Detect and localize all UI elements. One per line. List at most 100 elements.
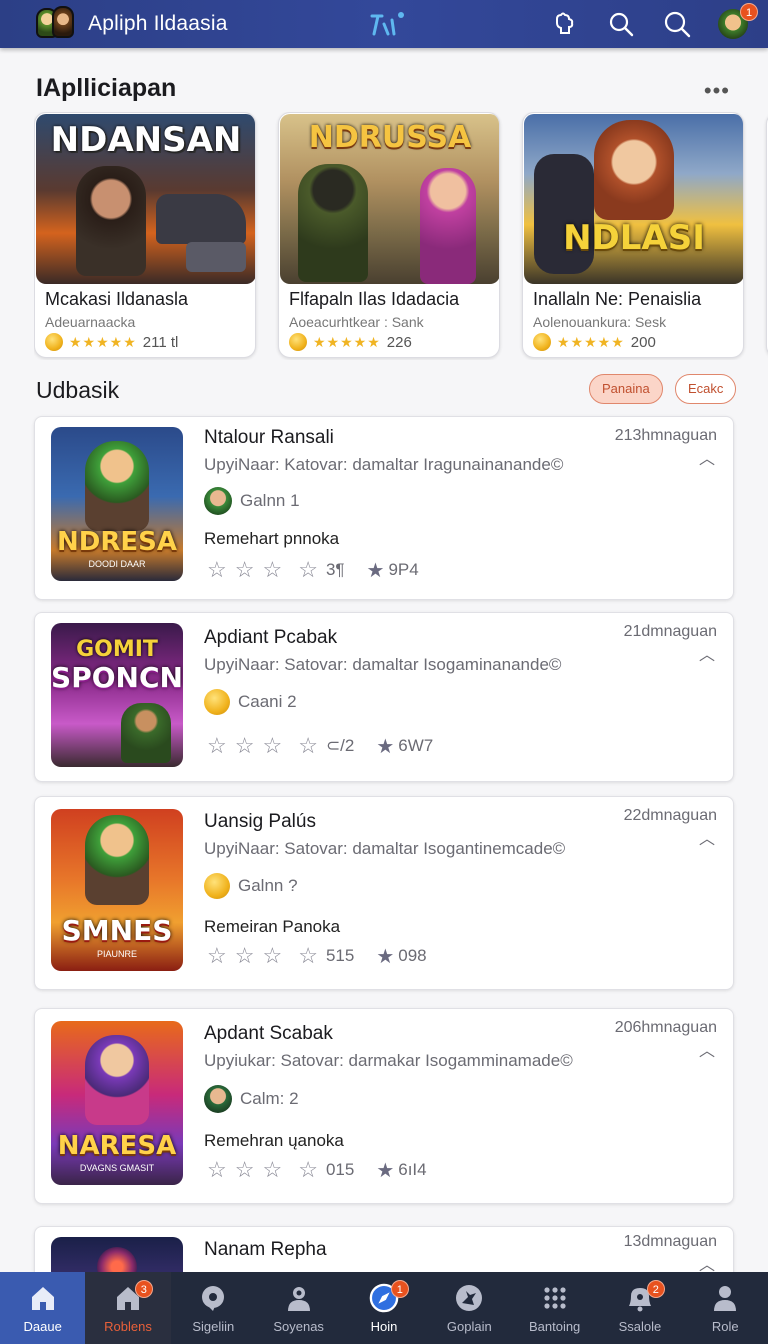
list-item-note: Remehran ųanoka <box>204 1131 344 1150</box>
star-filled-icon: ★ <box>376 735 395 758</box>
nav-item-ssalole[interactable]: Ssalole 2 <box>597 1272 682 1344</box>
filter-chip-active[interactable]: Panaina <box>589 374 663 404</box>
star-outline-icon: ☆ <box>207 733 227 758</box>
chevron-up-icon[interactable]: ︿ <box>699 445 715 469</box>
featured-card-name: Mcakasi Ildanasla <box>45 289 189 309</box>
list-item-time: 13dmnaguan <box>623 1233 717 1250</box>
featured-carousel[interactable]: NDANSAN Mcakasi Ildanasla Adeuarnaacka ★… <box>34 112 768 360</box>
list-item-title: Ntalour Ransali <box>204 427 334 448</box>
list-item-user: Calm: 2 <box>204 1085 299 1113</box>
featured-card-subtitle: Adeuarnaacka <box>45 314 136 330</box>
star-outline-icon: ☆ <box>262 943 283 968</box>
list-item-ratings[interactable]: ☆ ☆ ☆ ☆ ⊂/2 ★ 6W7 <box>207 733 433 759</box>
star-outline-icon: ☆ <box>234 1157 255 1182</box>
star-outline-icon: ☆ <box>298 557 318 582</box>
list-item-note: Remehart pnnoka <box>204 529 340 548</box>
search-icon[interactable] <box>606 9 636 39</box>
coin-icon <box>533 333 551 351</box>
stats-icon[interactable] <box>368 10 408 38</box>
star-outline-icon: ☆ <box>298 733 318 758</box>
list-item-description: UpyiNaar: Satovar: damaltar Isogaminanan… <box>204 655 562 674</box>
user-avatar <box>204 487 232 515</box>
nav-item-daaue[interactable]: Daaue <box>0 1272 86 1344</box>
featured-card-name: Flfapaln Ilas Idadacia <box>289 289 460 309</box>
list-item-thumbnail: SMNES PIAUNRE <box>51 809 183 971</box>
nav-item-soyenas[interactable]: Soyenas <box>256 1272 341 1344</box>
nav-item-roblens[interactable]: Roblens 3 <box>85 1272 171 1344</box>
search-icon-secondary[interactable] <box>662 9 692 39</box>
nav-badge: 3 <box>134 1280 153 1298</box>
list-item-ratings[interactable]: ☆ ☆ ☆ ☆ 515 ★ 098 <box>207 943 427 969</box>
featured-card-rating: ★★★★★ 226 <box>289 333 412 351</box>
app-logo[interactable] <box>36 4 76 44</box>
list-item[interactable]: NARESA DVAGNS GMASIT Apdant Scabak 206hm… <box>34 1008 734 1204</box>
star-filled-icon: ★ <box>376 1159 395 1182</box>
coin-icon <box>45 333 63 351</box>
list-item-ratings[interactable]: ☆ ☆ ☆ ☆ 3¶ ★ 9P4 <box>207 557 419 583</box>
list-item-thumbnail: NARESA DVAGNS GMASIT <box>51 1021 183 1185</box>
featured-card-rating: ★★★★★ 211 tl <box>45 333 178 351</box>
list-item-time: 206hmnaguan <box>614 1019 717 1036</box>
nav-item-bantoing[interactable]: Bantoing <box>512 1272 597 1344</box>
list-item-thumbnail: NDRESA DOODI DAAR <box>51 427 183 581</box>
nav-item-goplain[interactable]: Goplain <box>427 1272 512 1344</box>
nav-item-hoin[interactable]: Hoin 1 <box>341 1272 426 1344</box>
list-item-title: Nanam Repha <box>204 1239 327 1260</box>
chevron-up-icon[interactable]: ︿ <box>699 641 715 665</box>
bottom-navigation: Daaue Roblens 3 Sigeliin Soyenas Hoin 1 … <box>0 1272 768 1344</box>
featured-card-image: NDLASI <box>524 114 743 284</box>
star-filled-icon: ★ <box>366 559 385 582</box>
puzzle-icon[interactable] <box>550 9 580 39</box>
star-rating-icon: ★★★★★ <box>313 333 381 350</box>
list-item-time: 213hmnaguan <box>614 427 717 444</box>
list-item-time: 22dmnaguan <box>623 807 717 824</box>
list-item-ratings[interactable]: ☆ ☆ ☆ ☆ 015 ★ 6ıI4 <box>207 1157 427 1183</box>
nav-item-sigeliin[interactable]: Sigeliin <box>171 1272 256 1344</box>
list-item-title: Uansig Palús <box>204 811 316 832</box>
list-item-description: Upyiukar: Satovar: darmakar Isogamminama… <box>204 1051 573 1070</box>
featured-card-image: NDANSAN <box>36 114 255 284</box>
star-outline-icon: ☆ <box>207 1157 227 1182</box>
list-item-time: 21dmnaguan <box>623 623 717 640</box>
chat-icon <box>198 1283 228 1313</box>
plane-icon <box>454 1283 484 1313</box>
featured-card[interactable]: NDRUSSA Flfapaln Ilas Idadacia Aoeacurht… <box>278 112 500 358</box>
star-outline-icon: ☆ <box>207 943 227 968</box>
list-item-description: UpyiNaar: Katovar: damaltar Iragunainana… <box>204 455 564 474</box>
chevron-up-icon[interactable]: ︿ <box>699 825 715 849</box>
list-item[interactable]: SMNES PIAUNRE Uansig Palús 22dmnaguan ︿ … <box>34 796 734 990</box>
list-item-title: Apdiant Pcabak <box>204 627 338 648</box>
star-rating-icon: ★★★★★ <box>69 333 137 350</box>
featured-card[interactable]: NDANSAN Mcakasi Ildanasla Adeuarnaacka ★… <box>34 112 256 358</box>
list-item-user: Caani 2 <box>204 689 297 715</box>
list-item[interactable]: GOMIT SPONCN Apdiant Pcabak 21dmnaguan ︿… <box>34 612 734 782</box>
list-section-title: Udbasik <box>36 377 120 403</box>
notification-badge: 1 <box>740 3 758 21</box>
more-options-icon[interactable]: ••• <box>704 78 730 104</box>
profile-button[interactable]: 1 <box>718 3 758 39</box>
coin-icon <box>289 333 307 351</box>
people-icon <box>284 1283 314 1313</box>
coin-icon <box>204 873 230 899</box>
star-outline-icon: ☆ <box>262 557 283 582</box>
list-item-user: Galnn 1 <box>204 487 300 515</box>
app-title: Apliph Ildaasia <box>88 12 228 35</box>
list-item-user: Galnn ? <box>204 873 298 899</box>
star-outline-icon: ☆ <box>207 557 227 582</box>
star-filled-icon: ★ <box>376 945 395 968</box>
featured-card[interactable]: NDLASI Inallaln Ne: Penaislia Aolenouank… <box>522 112 744 358</box>
list-item[interactable]: NDRESA DOODI DAAR Ntalour Ransali 213hmn… <box>34 416 734 600</box>
star-outline-icon: ☆ <box>262 733 283 758</box>
chevron-up-icon[interactable]: ︿ <box>699 1037 715 1061</box>
nav-badge: 1 <box>390 1280 409 1298</box>
featured-section-title: IAplliciapan <box>36 74 177 102</box>
filter-chip[interactable]: Ecakc <box>675 374 737 404</box>
featured-card-name: Inallaln Ne: Penaislia <box>533 289 702 309</box>
list-item-title: Apdant Scabak <box>204 1023 333 1044</box>
nav-badge: 2 <box>646 1280 665 1298</box>
user-avatar <box>204 1085 232 1113</box>
nav-item-role[interactable]: Role <box>683 1272 768 1344</box>
star-rating-icon: ★★★★★ <box>557 333 625 350</box>
star-outline-icon: ☆ <box>234 557 255 582</box>
person-icon <box>710 1283 740 1313</box>
